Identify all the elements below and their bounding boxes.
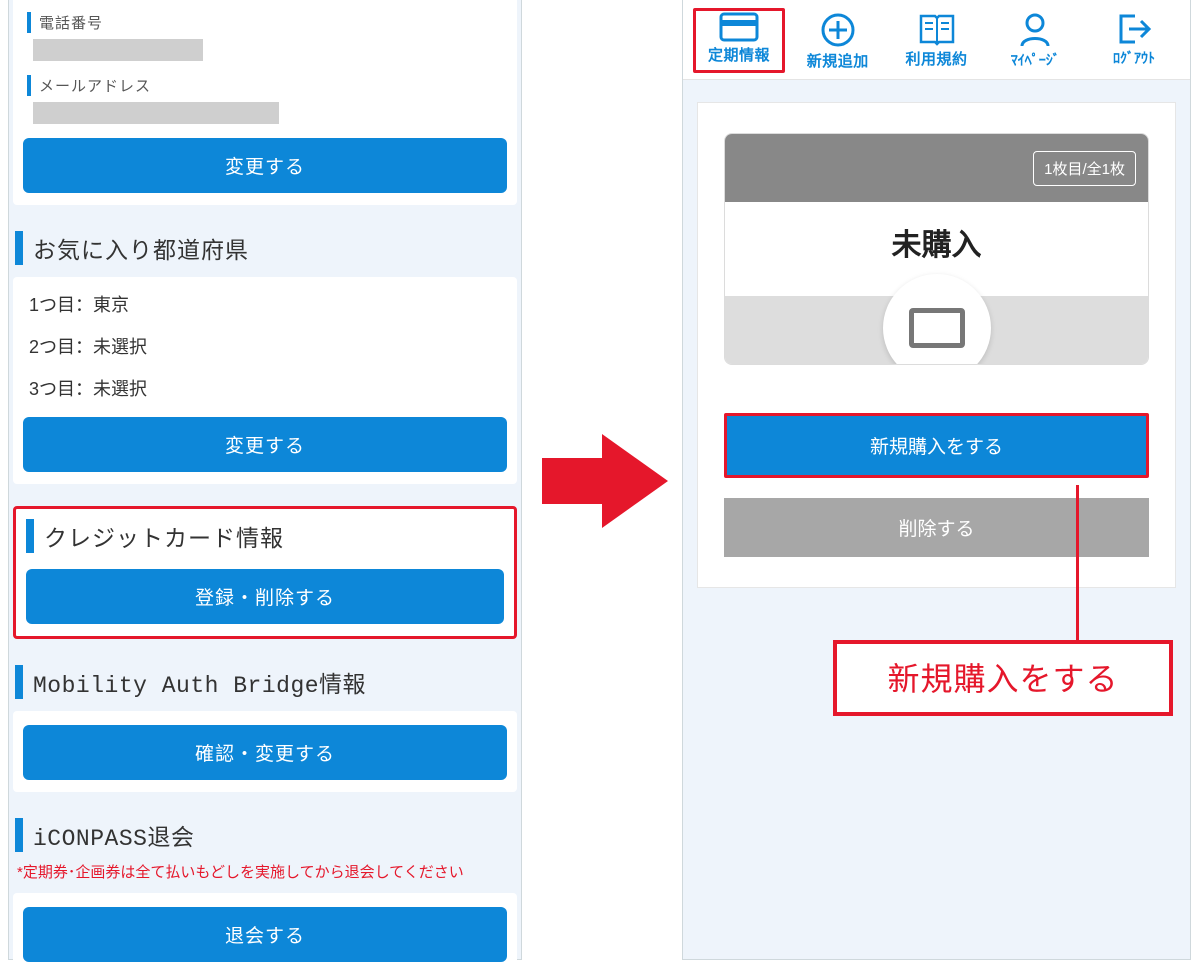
credit-card-section-highlight: クレジットカード情報 登録・削除する — [13, 506, 517, 639]
nav-add[interactable]: 新規追加 — [792, 8, 884, 73]
callout-leader-vertical — [1076, 485, 1079, 644]
pref-heading-box: お気に入り都道府県 — [9, 227, 521, 265]
delete-button[interactable]: 削除する — [724, 498, 1149, 557]
person-icon — [1018, 12, 1052, 48]
nav-logout-label: ﾛｸﾞｱｳﾄ — [1088, 48, 1180, 68]
pref-item-3: 3つ目：未選択 — [29, 375, 507, 401]
withdraw-heading: iCONPASS退会 — [15, 818, 521, 852]
nav-add-label: 新規追加 — [792, 50, 884, 71]
ticket-pager: 1枚目/全1枚 — [1033, 151, 1136, 186]
profile-card: 電話番号 メールアドレス 変更する — [13, 0, 517, 205]
pref-item-2: 2つ目：未選択 — [29, 333, 507, 359]
book-icon — [917, 12, 957, 46]
email-label: メールアドレス — [27, 75, 507, 96]
nav-periodic-label: 定期情報 — [696, 44, 782, 65]
nav-periodic[interactable]: 定期情報 — [693, 8, 785, 73]
mab-button[interactable]: 確認・変更する — [23, 725, 507, 780]
pref-card: 1つ目：東京 2つ目：未選択 3つ目：未選択 変更する — [13, 277, 517, 484]
mab-heading-box: Mobility Auth Bridge情報 — [9, 661, 521, 699]
nav-mypage-label: ﾏｲﾍﾟｰｼﾞ — [989, 50, 1081, 70]
plus-circle-icon — [820, 12, 856, 48]
cc-manage-button[interactable]: 登録・削除する — [26, 569, 504, 624]
phone-label: 電話番号 — [27, 12, 507, 33]
withdraw-heading-box: iCONPASS退会 — [9, 814, 521, 852]
mab-heading: Mobility Auth Bridge情報 — [15, 665, 521, 699]
withdraw-note: *定期券･企画券は全て払いもどしを実施してから退会してください — [17, 864, 513, 883]
left-pane: 電話番号 メールアドレス 変更する お気に入り都道府県 1つ目：東京 2つ目：未… — [8, 0, 522, 960]
card-icon — [719, 12, 759, 42]
nav-logout[interactable]: ﾛｸﾞｱｳﾄ — [1088, 8, 1180, 73]
mab-card: 確認・変更する — [13, 711, 517, 792]
ticket-main-card: 1枚目/全1枚 未購入 新規購入をする 削除する — [697, 102, 1176, 588]
withdraw-button[interactable]: 退会する — [23, 907, 507, 962]
top-nav: 定期情報 新規追加 利用規約 — [683, 0, 1190, 80]
ticket-bottom-bar — [725, 296, 1148, 364]
right-pane: 定期情報 新規追加 利用規約 — [682, 0, 1191, 960]
pref-item-1: 1つ目：東京 — [29, 291, 507, 317]
nav-mypage[interactable]: ﾏｲﾍﾟｰｼﾞ — [989, 8, 1081, 73]
withdraw-card: 退会する — [13, 893, 517, 974]
cc-heading: クレジットカード情報 — [26, 519, 504, 553]
new-purchase-button[interactable]: 新規購入をする — [724, 413, 1149, 478]
phone-value-redacted — [33, 39, 203, 61]
email-value-redacted — [33, 102, 279, 124]
arrow-icon — [542, 434, 668, 528]
ticket-card: 1枚目/全1枚 未購入 — [724, 133, 1149, 365]
nav-terms-label: 利用規約 — [891, 48, 983, 69]
nav-terms[interactable]: 利用規約 — [891, 8, 983, 73]
ticket-card-icon — [909, 308, 965, 348]
pref-heading: お気に入り都道府県 — [15, 231, 521, 265]
callout-new-purchase: 新規購入をする — [833, 640, 1173, 716]
ticket-top-bar: 1枚目/全1枚 — [725, 134, 1148, 202]
change-profile-button[interactable]: 変更する — [23, 138, 507, 193]
change-pref-button[interactable]: 変更する — [23, 417, 507, 472]
logout-icon — [1115, 12, 1153, 46]
